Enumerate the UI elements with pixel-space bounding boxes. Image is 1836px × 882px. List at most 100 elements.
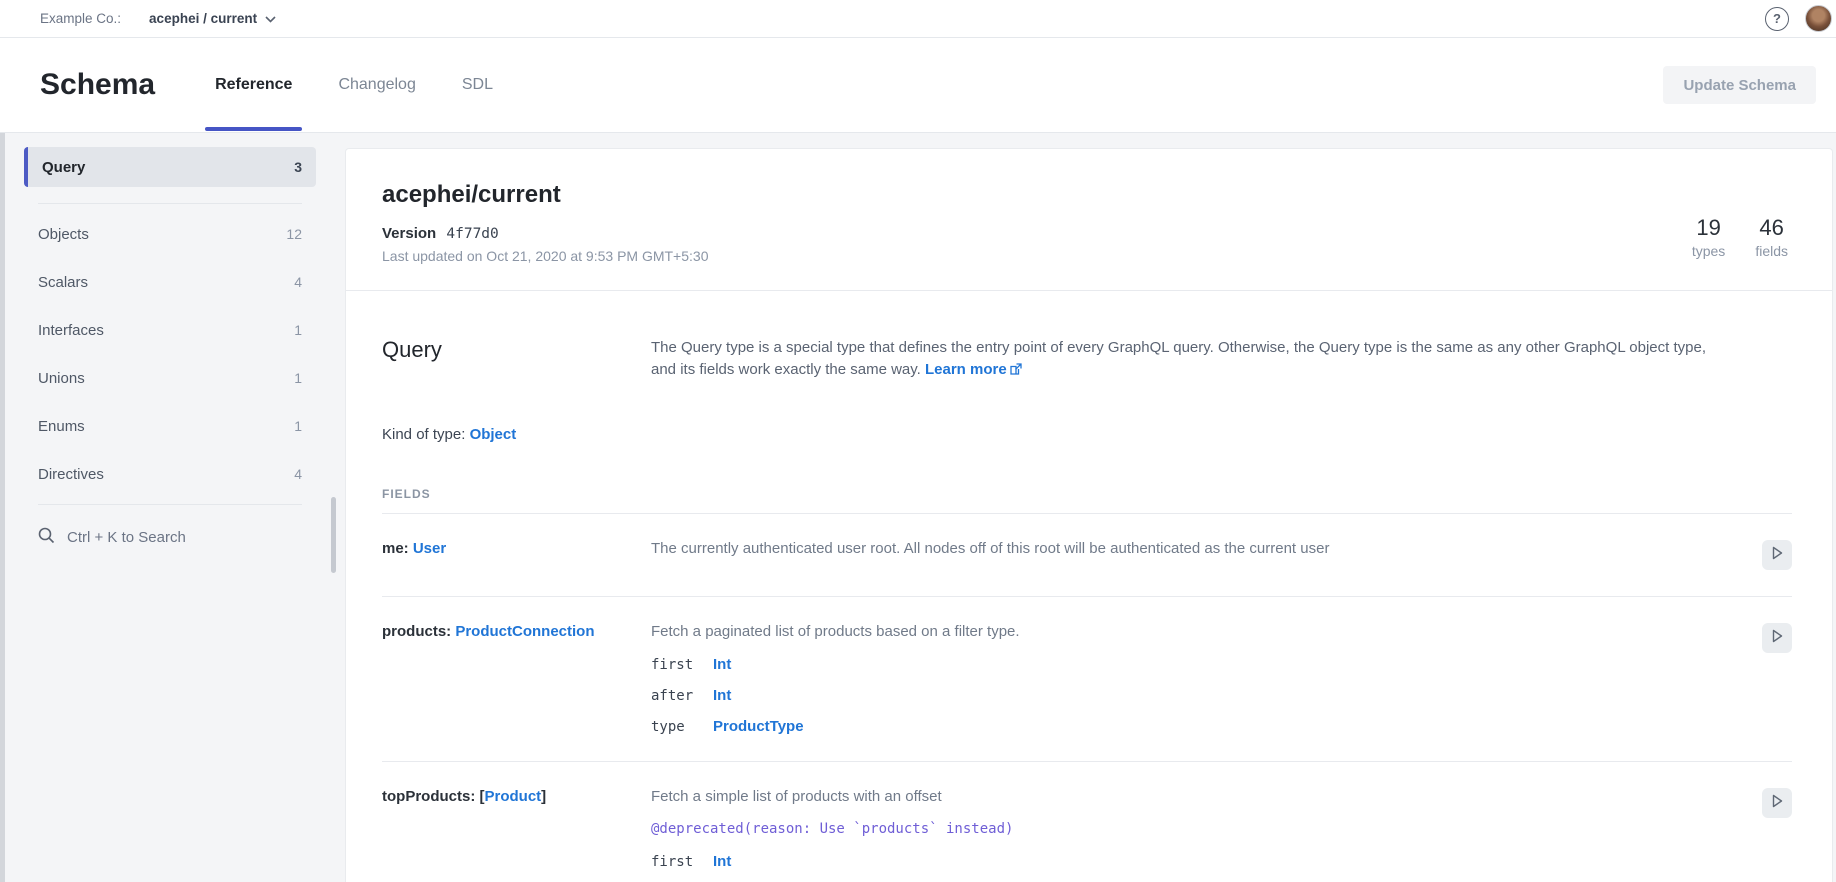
- field-name: products: ProductConnection: [382, 623, 651, 735]
- field-description: Fetch a simple list of products with an …: [651, 788, 1732, 805]
- arg-type-link[interactable]: ProductType: [713, 718, 804, 735]
- type-description: The Query type is a special type that de…: [651, 337, 1732, 382]
- stat-types: 19 types: [1692, 215, 1725, 264]
- graph-selector-dropdown[interactable]: acephei / current: [149, 10, 276, 28]
- sidebar-item-count: 1: [294, 322, 302, 338]
- kind-value-link[interactable]: Object: [470, 426, 517, 443]
- vertical-scrollbar-thumb[interactable]: [331, 497, 336, 573]
- version-hash: 4f77d0: [446, 226, 498, 242]
- sidebar-item-count: 12: [286, 226, 302, 242]
- external-link-icon: [1010, 360, 1022, 382]
- field-name: topProducts: [Product]: [382, 788, 651, 870]
- sidebar-item-count: 3: [294, 159, 302, 175]
- field-details: Fetch a simple list of products with an …: [651, 788, 1732, 870]
- sidebar-item-enums[interactable]: Enums 1: [24, 402, 316, 450]
- sidebar-item-label: Query: [42, 159, 85, 176]
- tab-changelog[interactable]: Changelog: [338, 38, 415, 132]
- arg-type-link[interactable]: Int: [713, 687, 731, 704]
- page-title: Schema: [40, 68, 155, 102]
- field-details: The currently authenticated user root. A…: [651, 540, 1732, 570]
- schema-meta: acephei/current Version 4f77d0 Last upda…: [382, 181, 708, 264]
- field-row-me: me: User The currently authenticated use…: [382, 514, 1792, 597]
- type-description-text: The Query type is a special type that de…: [651, 339, 1706, 378]
- type-name: Query: [382, 337, 651, 382]
- field-type-link[interactable]: User: [413, 540, 446, 557]
- fields-section-label: FIELDS: [382, 487, 1792, 514]
- search-icon: [38, 527, 55, 548]
- arg-row: type ProductType: [651, 718, 1732, 735]
- sidebar-item-unions[interactable]: Unions 1: [24, 354, 316, 402]
- field-name-suffix: ]: [541, 788, 546, 805]
- top-bar: Example Co.: acephei / current ?: [0, 0, 1836, 38]
- field-row-products: products: ProductConnection Fetch a pagi…: [382, 597, 1792, 762]
- version-line: Version 4f77d0: [382, 225, 708, 242]
- sidebar-item-count: 4: [294, 274, 302, 290]
- sidebar-item-label: Unions: [38, 370, 85, 387]
- type-head: Query The Query type is a special type t…: [382, 337, 1792, 382]
- field-type-link[interactable]: ProductConnection: [455, 623, 594, 640]
- field-name-text: me:: [382, 540, 413, 557]
- version-label: Version: [382, 225, 436, 242]
- schema-card-header: acephei/current Version 4f77d0 Last upda…: [346, 149, 1832, 291]
- field-description: Fetch a paginated list of products based…: [651, 623, 1732, 640]
- page-header: Schema Reference Changelog SDL Update Sc…: [0, 38, 1836, 133]
- sidebar-item-scalars[interactable]: Scalars 4: [24, 258, 316, 306]
- divider: [38, 504, 302, 505]
- arg-name: first: [651, 657, 713, 673]
- sidebar-item-interfaces[interactable]: Interfaces 1: [24, 306, 316, 354]
- sidebar-item-label: Objects: [38, 226, 89, 243]
- run-in-explorer-button[interactable]: [1762, 623, 1792, 653]
- arg-row: after Int: [651, 687, 1732, 704]
- run-in-explorer-button[interactable]: [1762, 540, 1792, 570]
- learn-more-link[interactable]: Learn more: [925, 361, 1007, 378]
- play-icon: [1769, 545, 1785, 564]
- stat-label: types: [1692, 243, 1725, 259]
- divider: [38, 203, 302, 204]
- field-name-text: products:: [382, 623, 455, 640]
- arg-name: after: [651, 688, 713, 704]
- kind-of-type-line: Kind of type: Object: [382, 426, 1792, 443]
- topbar-actions: ?: [1765, 5, 1822, 32]
- chevron-down-icon: [265, 10, 276, 28]
- arg-name: type: [651, 719, 713, 735]
- sidebar-item-label: Enums: [38, 418, 85, 435]
- query-type-section: Query The Query type is a special type t…: [346, 291, 1832, 882]
- org-label: Example Co.:: [40, 11, 121, 26]
- search-input[interactable]: Ctrl + K to Search: [24, 513, 316, 561]
- tab-bar: Reference Changelog SDL: [215, 38, 493, 132]
- tab-sdl[interactable]: SDL: [462, 38, 493, 132]
- graph-title: acephei/current: [382, 181, 708, 209]
- field-name: me: User: [382, 540, 651, 570]
- run-in-explorer-button[interactable]: [1762, 788, 1792, 818]
- schema-type-sidebar: Query 3 Objects 12 Scalars 4 Interfaces …: [24, 147, 316, 561]
- field-type-link[interactable]: Product: [485, 788, 542, 805]
- sidebar-item-query[interactable]: Query 3: [24, 147, 316, 187]
- graph-selector-value: acephei / current: [149, 11, 257, 26]
- schema-stats: 19 types 46 fields: [1692, 215, 1788, 264]
- sidebar-item-objects[interactable]: Objects 12: [24, 210, 316, 258]
- user-avatar[interactable]: [1805, 5, 1832, 32]
- kind-label: Kind of type:: [382, 426, 470, 443]
- left-scroll-track: [0, 133, 5, 882]
- arg-type-link[interactable]: Int: [713, 853, 731, 870]
- page-body: Query 3 Objects 12 Scalars 4 Interfaces …: [0, 133, 1836, 882]
- sidebar-item-count: 1: [294, 418, 302, 434]
- sidebar-item-label: Interfaces: [38, 322, 104, 339]
- sidebar-item-count: 1: [294, 370, 302, 386]
- play-icon: [1769, 628, 1785, 647]
- field-args: first Int: [651, 853, 1732, 870]
- field-name-text: topProducts: [: [382, 788, 485, 805]
- deprecated-annotation: @deprecated(reason: Use `products` inste…: [651, 821, 1732, 837]
- help-icon[interactable]: ?: [1765, 7, 1789, 31]
- field-details: Fetch a paginated list of products based…: [651, 623, 1732, 735]
- stat-value: 19: [1692, 215, 1725, 241]
- field-description: The currently authenticated user root. A…: [651, 540, 1732, 557]
- search-placeholder: Ctrl + K to Search: [67, 529, 186, 546]
- sidebar-item-directives[interactable]: Directives 4: [24, 450, 316, 498]
- arg-row: first Int: [651, 853, 1732, 870]
- tab-reference[interactable]: Reference: [215, 38, 292, 132]
- update-schema-button[interactable]: Update Schema: [1663, 66, 1816, 104]
- arg-type-link[interactable]: Int: [713, 656, 731, 673]
- arg-name: first: [651, 854, 713, 870]
- arg-row: first Int: [651, 656, 1732, 673]
